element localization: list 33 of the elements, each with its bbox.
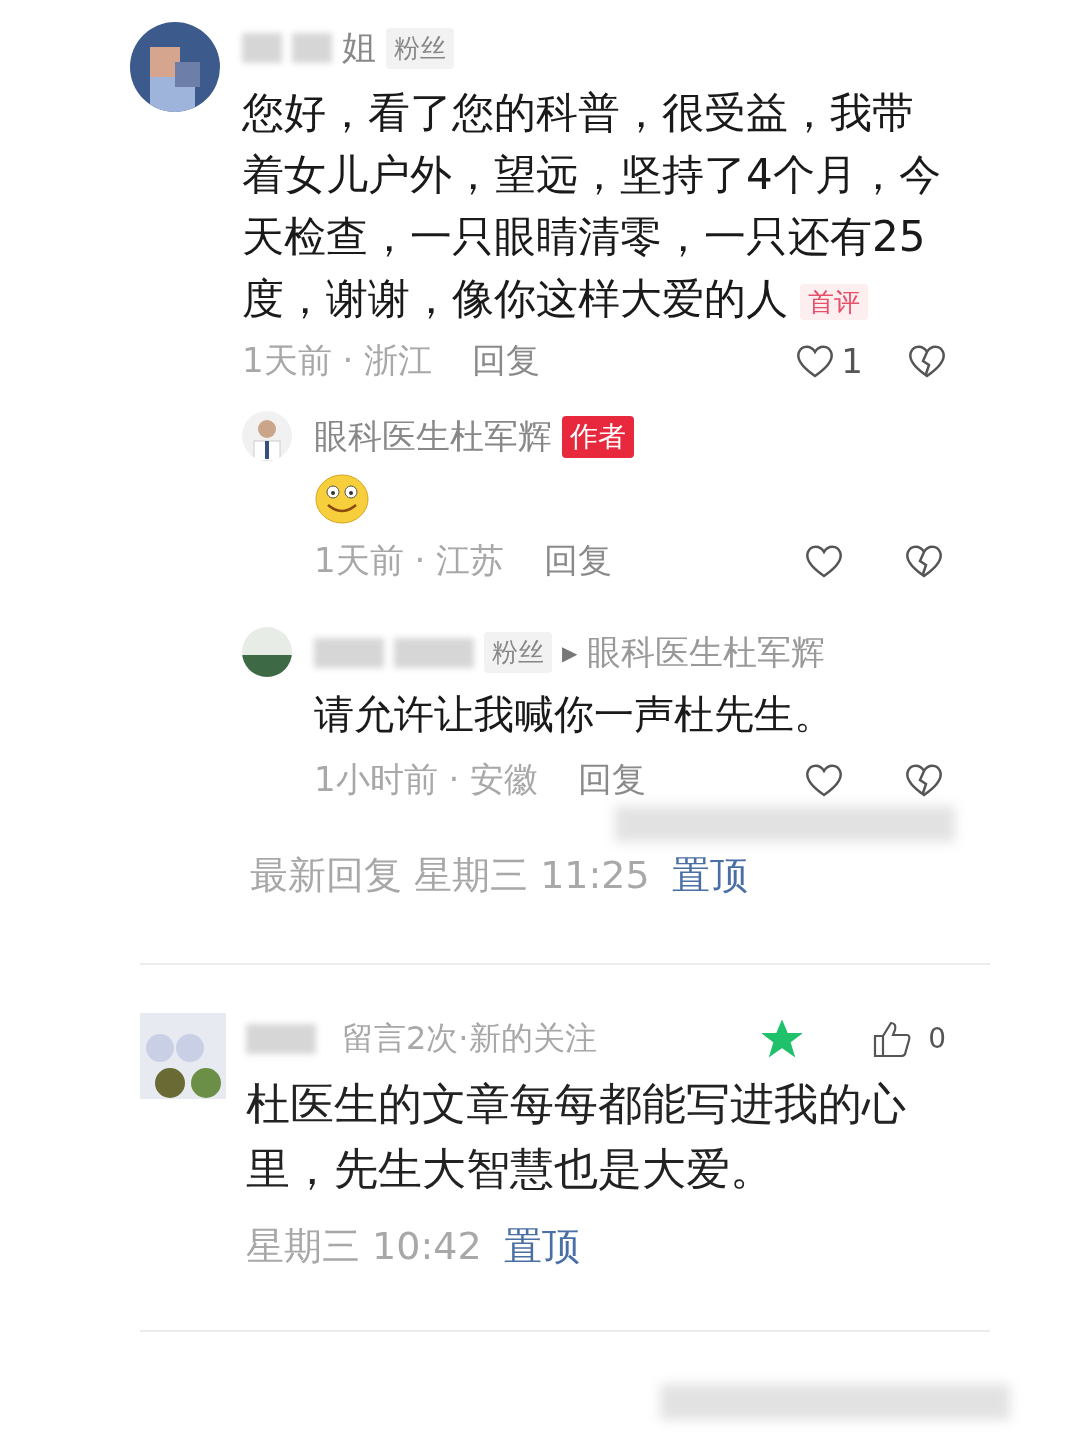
message-time: 星期三 10:42 <box>246 1223 482 1271</box>
arrow-icon: ▶ <box>562 640 578 665</box>
first-comment-tag: 首评 <box>800 283 868 320</box>
author-badge: 作者 <box>562 415 634 458</box>
like-count: 1 <box>841 340 863 381</box>
redacted-name <box>292 33 332 63</box>
user-name[interactable]: 眼科医生杜军辉 <box>314 413 552 460</box>
reply-text: 请允许让我喊你一声杜先生。 <box>314 689 835 739</box>
latest-reply-time: 最新回复 星期三 11:25 <box>250 851 650 899</box>
fan-badge: 粉丝 <box>386 27 454 69</box>
comment-time: 1小时前 · 安徽 <box>314 757 539 801</box>
reply-link[interactable]: 回复 <box>578 756 647 803</box>
thumbs-up-icon[interactable] <box>872 1019 913 1058</box>
avatar[interactable] <box>140 1012 226 1099</box>
redacted-name <box>242 33 282 63</box>
comment-text: 您好，看了您的科普，很受益，我带着女儿户外，望远，坚持了4个月，今天检查，一只眼睛清零，一只还有25度，谢谢，像你这样大爱的人 首评 <box>242 87 942 326</box>
reply-target[interactable]: 眼科医生杜军辉 <box>587 629 826 676</box>
pin-link[interactable]: 置顶 <box>503 1221 580 1273</box>
fan-badge: 粉丝 <box>484 632 552 674</box>
reply-link[interactable]: 回复 <box>472 337 541 384</box>
reply-link[interactable]: 回复 <box>544 537 613 584</box>
comment-time: 1天前 · 浙江 <box>242 338 433 382</box>
like-count: 0 <box>928 1022 946 1056</box>
star-icon[interactable] <box>762 1019 803 1058</box>
comment-time: 1天前 · 江苏 <box>314 538 505 582</box>
user-name[interactable]: 姐 <box>342 25 376 71</box>
redacted-name <box>246 1023 316 1054</box>
avatar[interactable] <box>242 626 292 677</box>
message-info: 留言2次·新的关注 <box>342 1017 597 1059</box>
smiley-icon <box>314 472 370 525</box>
pin-link[interactable]: 置顶 <box>671 849 748 901</box>
message-text: 杜医生的文章每每都能写进我的心里，先生大智慧也是大爱。 <box>246 1076 907 1196</box>
redacted-name <box>314 637 384 668</box>
